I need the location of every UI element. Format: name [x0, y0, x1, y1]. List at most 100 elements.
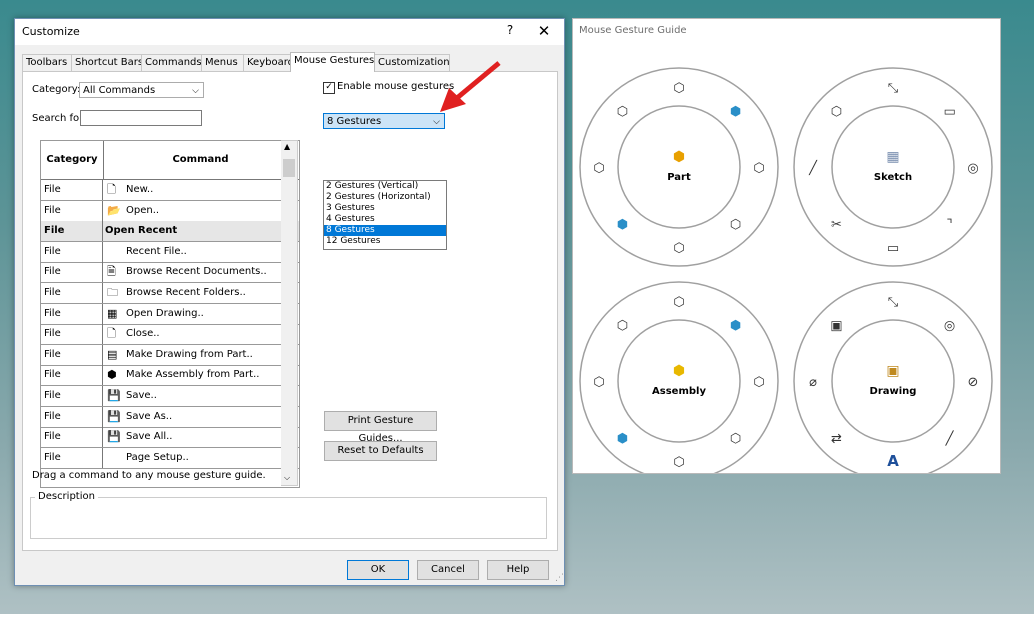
wheel-label: Part [667, 172, 691, 183]
gesture-option-4[interactable]: 4 Gestures [324, 214, 446, 225]
front-view-icon[interactable]: ⬡ [617, 104, 628, 119]
print-gesture-guides-button[interactable]: Print Gesture Guides... [324, 411, 437, 444]
command-label: Open.. [126, 204, 160, 216]
gesture-option-3[interactable]: 3 Gestures [324, 203, 446, 214]
normal-to-icon[interactable]: ⬡ [730, 218, 741, 233]
normal-to-icon[interactable]: ⬡ [730, 432, 741, 447]
tab-commands[interactable]: Commands [141, 54, 202, 71]
right-view-icon[interactable]: ⬡ [753, 375, 764, 390]
back-view-icon[interactable]: ⬡ [673, 241, 684, 256]
note-icon[interactable]: A [887, 452, 899, 470]
title-bar: Customize ? ✕ [15, 19, 564, 45]
column-header-command[interactable]: Command [103, 141, 298, 179]
gesture-option-12[interactable]: 12 Gestures [324, 236, 446, 247]
table-row[interactable]: File 💾 Save All.. [41, 427, 299, 449]
right-view-icon[interactable]: ⬡ [753, 161, 764, 176]
table-row[interactable]: File 🗋 New.. [41, 180, 299, 201]
save-all-icon: 💾 [107, 430, 121, 444]
category-cell: File [41, 200, 103, 221]
category-cell: File [41, 303, 103, 324]
smart-dimension-icon[interactable]: ⤡ [888, 295, 899, 310]
table-row[interactable]: File Page Setup.. [41, 447, 299, 469]
isometric-shaded-icon[interactable]: ⬢ [730, 318, 741, 333]
tab-customization[interactable]: Customization [374, 54, 450, 71]
top-view-icon[interactable]: ⬢ [617, 432, 628, 447]
left-view-icon[interactable]: ⬡ [593, 375, 604, 390]
rectangle-icon[interactable]: ▭ [887, 241, 899, 256]
tab-menus[interactable]: Menus [201, 54, 244, 71]
smart-dimension-icon[interactable]: ⤡ [888, 81, 899, 96]
trim-icon[interactable]: ✂ [831, 218, 842, 233]
command-label: Page Setup.. [126, 451, 189, 463]
left-view-icon[interactable]: ⬡ [593, 161, 604, 176]
front-view-icon[interactable]: ⬡ [617, 318, 628, 333]
command-cell: Page Setup.. [103, 448, 299, 468]
help-question-icon[interactable]: ? [501, 23, 519, 41]
ok-button[interactable]: OK [347, 560, 409, 580]
close-icon[interactable]: ✕ [533, 22, 555, 42]
category-cell: File [41, 447, 103, 468]
wheel-label: Sketch [874, 172, 912, 183]
wheel-inner-ring [831, 319, 955, 443]
top-view-icon[interactable]: ⬢ [617, 218, 628, 233]
table-row[interactable]: File 🗀 Browse Recent Folders.. [41, 283, 299, 304]
table-row[interactable]: File ⬢ Make Assembly from Part.. [41, 365, 299, 387]
help-button[interactable]: Help [487, 560, 549, 580]
column-header-category[interactable]: Category [41, 141, 104, 179]
reset-to-defaults-button[interactable]: Reset to Defaults [324, 441, 437, 461]
wheel-label: Assembly [652, 386, 706, 397]
fillet-icon[interactable]: ⌝ [947, 218, 953, 233]
command-label: Save As.. [126, 410, 173, 422]
diameter-icon[interactable]: ⌀ [809, 375, 817, 390]
balloon-icon[interactable]: ⊘ [968, 375, 979, 390]
rectangle-icon[interactable]: ▭ [943, 104, 955, 119]
resize-grip-icon[interactable]: ⋰ [555, 573, 564, 583]
isometric-icon[interactable]: ⬡ [673, 295, 684, 310]
scroll-thumb[interactable] [283, 159, 295, 177]
isometric-shaded-icon[interactable]: ⬢ [730, 104, 741, 119]
tab-mouse-gestures[interactable]: Mouse Gestures [290, 52, 375, 72]
circle-icon[interactable]: ◎ [967, 161, 978, 176]
rotate-icon[interactable]: ⇄ [831, 432, 842, 447]
table-row[interactable]: File Open Recent [41, 221, 299, 243]
line-icon[interactable]: ╱ [945, 430, 955, 447]
table-row[interactable]: File 💾 Save.. [41, 386, 299, 407]
make-assembly-icon: ⬢ [107, 368, 117, 382]
scroll-down-icon[interactable]: ⌵ [284, 473, 290, 483]
circle-icon[interactable]: ◎ [944, 318, 955, 333]
gestures-select[interactable]: 8 Gestures ⌵ [323, 113, 445, 129]
back-view-icon[interactable]: ⬡ [673, 455, 684, 470]
search-input[interactable] [80, 110, 202, 126]
table-row[interactable]: File ▤ Make Drawing from Part.. [41, 344, 299, 366]
cancel-button[interactable]: Cancel [417, 560, 479, 580]
enable-gestures-label: Enable mouse gestures [337, 81, 455, 92]
scroll-up-icon[interactable]: ▲ [284, 142, 290, 151]
table-row[interactable]: File 📂 Open.. [41, 200, 299, 222]
tab-shortcut-bars[interactable]: Shortcut Bars [71, 54, 143, 71]
chevron-down-icon: ⌵ [192, 86, 199, 96]
category-cell: File [41, 427, 103, 448]
category-value: All Commands [83, 85, 156, 96]
command-label: Browse Recent Folders.. [126, 287, 246, 298]
table-row[interactable]: File ▦ Open Drawing.. [41, 303, 299, 325]
line-icon[interactable]: ╱ [808, 159, 818, 176]
category-select[interactable]: All Commands ⌵ [79, 82, 204, 98]
tab-toolbars[interactable]: Toolbars [22, 54, 72, 71]
isometric-icon[interactable]: ⬡ [673, 81, 684, 96]
gesture-option-2-horizontal[interactable]: 2 Gestures (Horizontal) [324, 192, 446, 203]
table-row[interactable]: File 💾 Save As.. [41, 406, 299, 428]
new-document-icon: 🗋 [107, 183, 116, 196]
table-row[interactable]: File 🗋 Close.. [41, 324, 299, 346]
tab-keyboard[interactable]: Keyboard [243, 54, 294, 71]
command-cell: 🗋 Close.. [103, 324, 299, 344]
gesture-option-8[interactable]: 8 Gestures [324, 225, 446, 236]
table-row[interactable]: File 🗎 Browse Recent Documents.. [41, 262, 299, 284]
isometric-icon[interactable]: ⬡ [831, 104, 842, 119]
gesture-option-2-vertical[interactable]: 2 Gestures (Vertical) [324, 181, 446, 192]
table-row[interactable]: File Recent File.. [41, 241, 299, 263]
save-icon: 💾 [107, 389, 121, 402]
model-view-icon[interactable]: ▣ [830, 318, 842, 333]
command-cell: 💾 Save All.. [103, 427, 299, 447]
enable-gestures-checkbox[interactable]: ✓ [323, 82, 335, 94]
table-scrollbar[interactable]: ▲ ⌵ [281, 140, 298, 486]
